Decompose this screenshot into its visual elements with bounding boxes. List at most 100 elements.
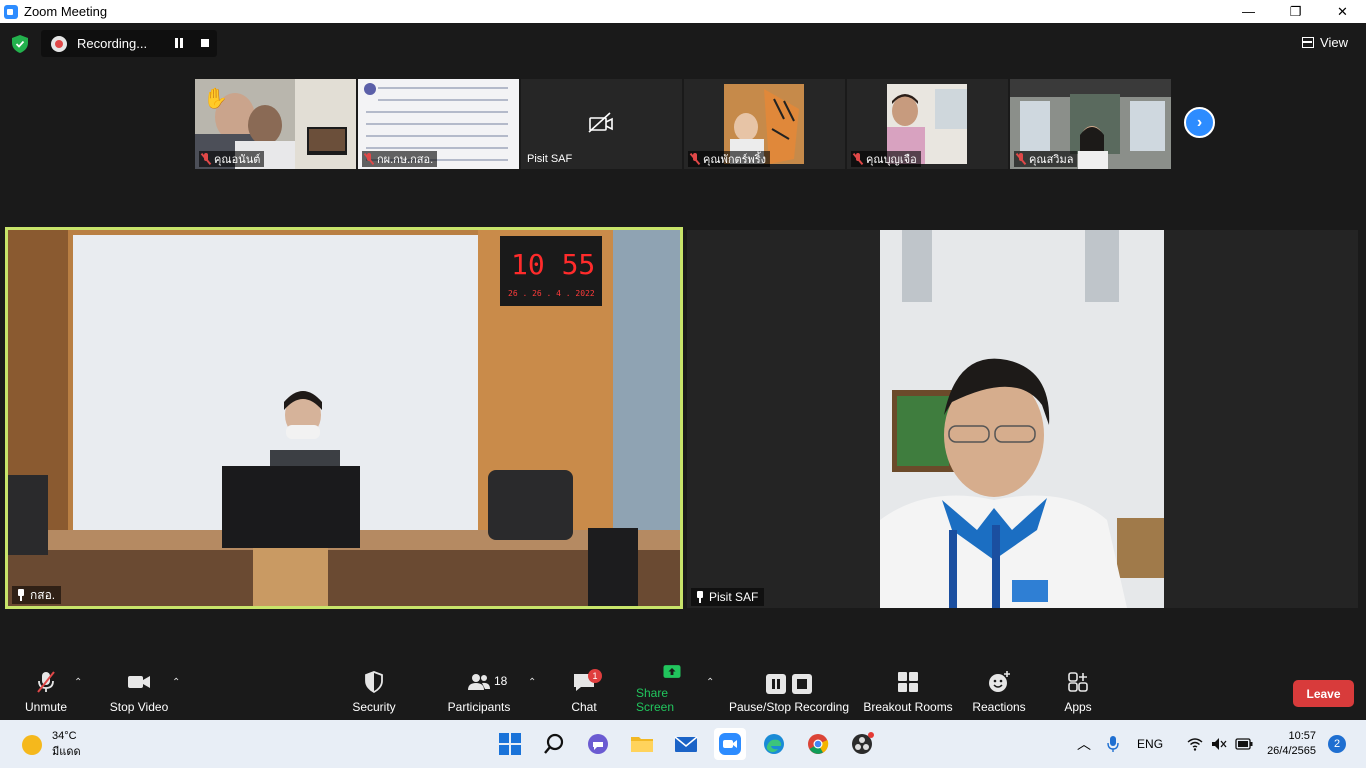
pause-stop-recording-button[interactable]: Pause/Stop Recording	[728, 663, 850, 720]
participants-label: Participants	[447, 700, 511, 714]
restore-button[interactable]: ❐	[1272, 0, 1319, 23]
windows-taskbar: 34°C มีแดด ︿ ENG 10:57 26/4/2565 2	[0, 720, 1366, 768]
taskbar-apps	[494, 728, 878, 760]
weather-widget[interactable]: 34°C มีแดด	[22, 730, 81, 760]
share-screen-button[interactable]: Share Screen	[636, 663, 708, 720]
main-video-left[interactable]: 10 55 26 . 26 . 4 . 2022 กสอ.	[5, 227, 683, 609]
battery-icon[interactable]	[1235, 738, 1253, 750]
weather-description: มีแดด	[52, 746, 81, 758]
video-camera-icon	[128, 676, 150, 688]
participant-name: คุณสวิมล	[1029, 154, 1074, 166]
minimize-button[interactable]: —	[1225, 0, 1272, 23]
sunny-weather-icon	[22, 735, 42, 755]
video-options-caret-icon[interactable]: ⌃	[172, 677, 182, 688]
apps-button[interactable]: Apps	[1060, 663, 1096, 720]
window-titlebar: Zoom Meeting — ❐ ✕	[0, 0, 1366, 23]
pause-recording-icon[interactable]	[174, 38, 184, 48]
participant-thumbnail[interactable]: Pisit SAF	[521, 79, 682, 169]
share-options-caret-icon[interactable]: ⌃	[706, 677, 716, 688]
apps-icon	[1068, 672, 1088, 692]
mic-muted-icon	[201, 153, 211, 165]
participant-name-tag: กสอ.	[12, 586, 62, 604]
reactions-label: Reactions	[972, 700, 1026, 714]
encryption-shield-icon[interactable]	[12, 35, 28, 53]
windows-logo-icon	[499, 733, 521, 755]
participant-name-tag: Pisit SAF	[691, 588, 765, 606]
participant-name: คุณบุญเจือ	[866, 154, 917, 166]
participant-thumbnail[interactable]: กผ.กษ.กสอ.	[358, 79, 519, 169]
security-button[interactable]: Security	[349, 663, 399, 720]
notification-count-badge[interactable]: 2	[1328, 735, 1346, 753]
leave-button[interactable]: Leave	[1293, 680, 1354, 707]
obs-app[interactable]	[846, 728, 878, 760]
breakout-rooms-button[interactable]: Breakout Rooms	[862, 663, 954, 720]
recording-indicator: Recording...	[41, 30, 217, 57]
participant-name-tag: คุณบุญเจือ	[851, 151, 921, 167]
participant-name: กผ.กษ.กสอ.	[377, 154, 434, 166]
recording-label: Recording...	[77, 36, 148, 51]
mic-muted-icon	[1016, 153, 1026, 165]
taskbar-search-button[interactable]	[538, 728, 570, 760]
participant-name-tag: กผ.กษ.กสอ.	[362, 151, 438, 167]
apps-label: Apps	[1064, 700, 1092, 714]
zoom-app[interactable]	[714, 728, 746, 760]
participants-icon	[468, 674, 490, 690]
pin-icon	[16, 589, 26, 601]
chrome-browser-app[interactable]	[802, 728, 834, 760]
participant-name-tag: คุณอนันต์	[199, 151, 265, 167]
presenter-video	[687, 230, 1358, 608]
wifi-icon[interactable]	[1187, 737, 1203, 751]
reactions-smiley-icon	[989, 671, 1010, 692]
folder-icon	[631, 737, 653, 752]
edge-browser-app[interactable]	[758, 728, 790, 760]
microphone-tray-icon[interactable]	[1107, 735, 1119, 753]
taskbar-clock[interactable]: 10:57 26/4/2565	[1267, 729, 1316, 759]
next-page-arrow-icon[interactable]: ›	[1184, 107, 1215, 138]
chat-label: Chat	[571, 700, 597, 714]
participant-thumbnail[interactable]: คุณสวิมล	[1010, 79, 1171, 169]
pause-stop-recording-label: Pause/Stop Recording	[728, 700, 850, 714]
participant-thumbnail[interactable]: ✋ คุณอนันต์	[195, 79, 356, 169]
chrome-icon	[808, 734, 829, 754]
chat-unread-badge: 1	[588, 669, 602, 683]
close-button[interactable]: ✕	[1319, 0, 1366, 23]
clock-time: 10:57	[1288, 730, 1316, 742]
mail-app[interactable]	[670, 728, 702, 760]
obs-icon	[852, 732, 874, 754]
view-label: View	[1320, 35, 1348, 50]
breakout-rooms-label: Breakout Rooms	[863, 700, 953, 714]
zoom-app-icon	[4, 4, 18, 19]
participant-thumbnail[interactable]: คุณบุญเจือ	[847, 79, 1008, 169]
participant-name-tag: คุณพักตร์พริ้ง	[688, 151, 771, 167]
participants-caret-icon[interactable]: ⌃	[528, 677, 538, 688]
zoom-icon	[719, 733, 741, 755]
audio-options-caret-icon[interactable]: ⌃	[74, 677, 84, 688]
file-explorer-app[interactable]	[626, 728, 658, 760]
view-button[interactable]: View	[1302, 35, 1348, 50]
start-button[interactable]	[494, 728, 526, 760]
show-hidden-icons-chevron-icon[interactable]: ︿	[1077, 734, 1091, 754]
participant-name: กสอ.	[30, 587, 56, 602]
participants-count: 18	[494, 674, 508, 688]
meeting-toolbar: Unmute ⌃ Stop Video ⌃ Security Participa…	[0, 663, 1366, 720]
security-shield-icon	[365, 671, 383, 694]
mic-muted-icon	[37, 671, 55, 693]
view-grid-icon	[1302, 37, 1315, 48]
main-video-right[interactable]: Pisit SAF	[687, 230, 1358, 608]
participants-button[interactable]: Participants	[446, 663, 512, 720]
meeting-stage: Recording... View ✋ คุณอนันต์ กผ.กษ.กสอ.…	[0, 23, 1366, 663]
stop-video-button[interactable]: Stop Video	[107, 663, 171, 720]
speaker-muted-icon[interactable]	[1211, 737, 1227, 751]
language-indicator[interactable]: ENG	[1137, 737, 1163, 751]
participant-thumbnail[interactable]: คุณพักตร์พริ้ง	[684, 79, 845, 169]
reactions-button[interactable]: Reactions	[970, 663, 1028, 720]
window-title: Zoom Meeting	[24, 4, 108, 19]
teams-chat-app[interactable]	[582, 728, 614, 760]
stop-recording-icon[interactable]	[201, 39, 209, 47]
participant-name: คุณอนันต์	[214, 154, 261, 166]
recording-dot-icon	[51, 35, 67, 52]
unmute-button[interactable]: Unmute	[22, 663, 70, 720]
window-controls: — ❐ ✕	[1225, 0, 1366, 23]
mail-icon	[674, 736, 698, 752]
wall-clock-date: 26 . 26 . 4 . 2022	[508, 289, 595, 298]
